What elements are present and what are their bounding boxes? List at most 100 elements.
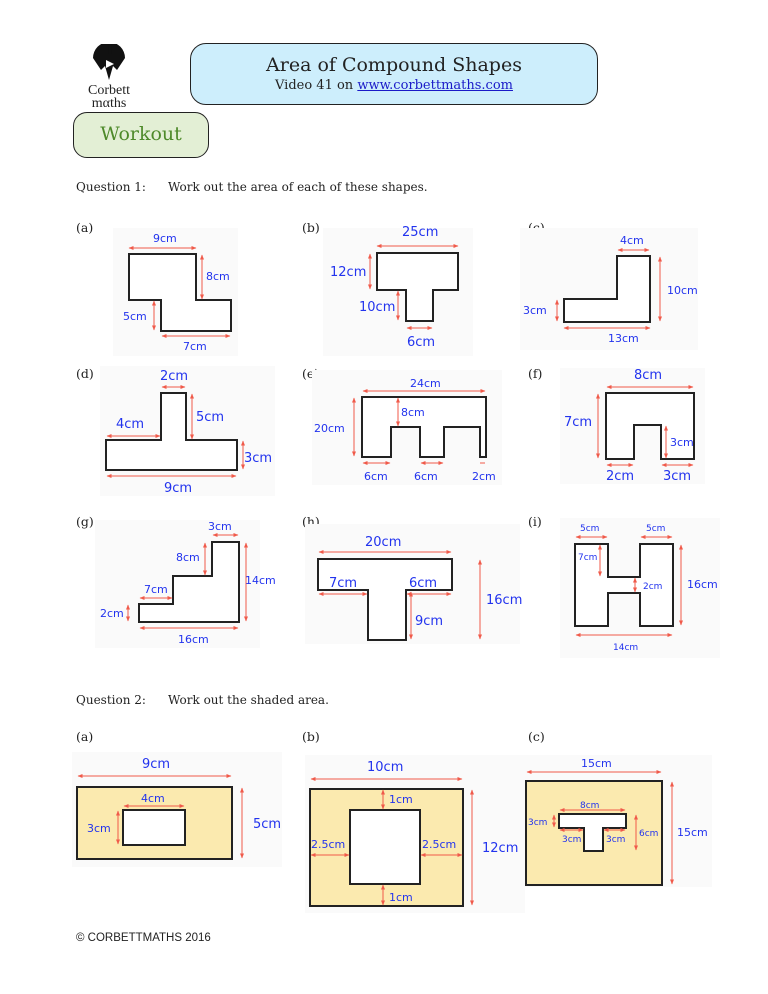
dim-label: 10cm: [367, 760, 403, 775]
copyright-footer: © CORBETTMATHS 2016: [76, 932, 211, 944]
dim-label: 15cm: [581, 757, 612, 770]
dim-label: 8cm: [206, 270, 230, 283]
dim-label: 6cm: [364, 470, 388, 483]
dim-label: 2.5cm: [422, 838, 456, 851]
dim-label: 7cm: [329, 576, 357, 591]
dim-label: 5cm: [196, 410, 224, 425]
q1-part-a-label: (a): [76, 220, 94, 235]
dim-label: 16cm: [178, 633, 209, 646]
dim-label: 8cm: [401, 406, 425, 419]
question-2-heading: Question 2: Work out the shaded area.: [76, 693, 329, 707]
subtitle-prefix: Video 41 on: [275, 78, 358, 93]
dim-label: 25cm: [402, 225, 438, 240]
q1-d-figure: 2cm 5cm 4cm 3cm 9cm: [100, 366, 275, 496]
q2-b-figure: 10cm 1cm 2.5cm 2.5cm 12cm 1cm: [305, 755, 525, 913]
dim-label: 2cm: [100, 607, 124, 620]
dim-label: 6cm: [407, 335, 435, 350]
dim-label: 7cm: [183, 340, 207, 353]
dim-label: 7cm: [564, 415, 592, 430]
dim-label: 24cm: [410, 377, 441, 390]
q1-e-figure: 24cm 8cm 20cm 6cm 6cm 2cm: [312, 370, 502, 485]
q2-part-c-label: (c): [528, 729, 545, 744]
logo-icon: [93, 44, 125, 80]
q1-part-i-label: (i): [528, 514, 542, 529]
dim-label: 2cm: [606, 469, 634, 484]
dim-label: 3cm: [528, 818, 547, 828]
q1-c-shape: [563, 255, 651, 323]
q2-part-b-label: (b): [302, 729, 320, 744]
q1-b-figure: 25cm 12cm 10cm 6cm: [323, 225, 473, 356]
dim-label: 16cm: [687, 578, 718, 591]
q1-part-d-label: (d): [76, 366, 94, 381]
dim-label: 10cm: [359, 300, 395, 315]
q1-i-figure: 5cm 5cm 7cm 2cm 16cm 14cm: [560, 518, 720, 658]
title-box: Area of Compound Shapes Video 41 on www.…: [190, 43, 598, 105]
dim-label: 20cm: [365, 535, 401, 550]
dim-label: 4cm: [141, 792, 165, 805]
dim-label: 12cm: [482, 841, 518, 856]
dim-label: 1cm: [389, 793, 413, 806]
dim-label: 5cm: [646, 524, 665, 534]
q1-part-b-label: (b): [302, 220, 320, 235]
dim-label: 7cm: [578, 553, 597, 563]
corbettmaths-link[interactable]: www.corbettmaths.com: [357, 78, 513, 93]
dim-label: 8cm: [634, 368, 662, 383]
q1-f-figure: 8cm 7cm 3cm 2cm 3cm: [560, 368, 705, 484]
dim-label: 6cm: [409, 576, 437, 591]
dim-label: 4cm: [116, 417, 144, 432]
dim-label: 13cm: [608, 332, 639, 345]
corbettmaths-logo: Corbett mαths: [74, 44, 144, 114]
dim-label: 3cm: [208, 520, 232, 533]
dim-label: 2cm: [643, 582, 662, 592]
q1-g-figure: 3cm 8cm 14cm 7cm 2cm 16cm: [95, 520, 276, 648]
dim-label: 16cm: [486, 593, 522, 608]
dim-label: 3cm: [663, 469, 691, 484]
q2-b-inner-rect: [349, 809, 421, 885]
q2-c-figure: 15cm 8cm 3cm 6cm 15cm 3cm 3cm: [522, 755, 712, 887]
dim-label: 14cm: [245, 574, 276, 587]
q2-a-figure: 9cm 4cm 3cm 5cm: [72, 752, 282, 867]
dim-label: 2cm: [472, 470, 496, 483]
dim-label: 14cm: [613, 643, 638, 653]
dim-label: 3cm: [562, 835, 581, 845]
q1-f-shape: [605, 392, 695, 460]
dim-label: 3cm: [670, 436, 694, 449]
question-1-number: Question 1:: [76, 180, 146, 194]
q1-a-figure: 9cm 8cm 5cm 7cm: [113, 228, 238, 356]
dim-label: 6cm: [639, 829, 658, 839]
dim-label: 2cm: [160, 369, 188, 384]
dim-label: 5cm: [123, 310, 147, 323]
workout-badge: Workout: [73, 112, 209, 158]
dim-label: 2.5cm: [311, 838, 345, 851]
dim-label: 5cm: [253, 817, 281, 832]
dim-label: 9cm: [153, 232, 177, 245]
logo-text-maths: mαths: [91, 96, 127, 111]
dim-label: 3cm: [244, 451, 272, 466]
dim-label: 3cm: [523, 304, 547, 317]
dim-label: 7cm: [144, 583, 168, 596]
dim-label: 15cm: [677, 826, 708, 839]
dim-label: 6cm: [414, 470, 438, 483]
dim-label: 12cm: [330, 265, 366, 280]
q2-part-a-label: (a): [76, 729, 94, 744]
page-title: Area of Compound Shapes: [266, 54, 522, 76]
dim-label: 5cm: [580, 524, 599, 534]
dim-label: 9cm: [142, 757, 170, 772]
dim-label: 9cm: [415, 614, 443, 629]
dim-label: 4cm: [620, 234, 644, 247]
q1-part-g-label: (g): [76, 514, 94, 529]
dim-label: 10cm: [667, 284, 698, 297]
question-2-prompt: Work out the shaded area.: [168, 693, 329, 707]
video-subtitle: Video 41 on www.corbettmaths.com: [191, 78, 597, 93]
dim-label: 8cm: [580, 801, 599, 811]
question-2-number: Question 2:: [76, 693, 146, 707]
dim-label: 20cm: [314, 422, 345, 435]
question-1-heading: Question 1: Work out the area of each of …: [76, 180, 428, 194]
question-1-prompt: Work out the area of each of these shape…: [168, 180, 428, 194]
q1-part-f-label: (f): [528, 366, 543, 381]
q1-c-figure: 4cm 10cm 3cm 13cm: [520, 228, 698, 350]
q1-h-figure: 20cm 7cm 6cm 16cm 9cm: [305, 524, 522, 644]
q2-a-inner-rect: [122, 809, 186, 846]
dim-label: 8cm: [176, 551, 200, 564]
dim-label: 3cm: [87, 822, 111, 835]
